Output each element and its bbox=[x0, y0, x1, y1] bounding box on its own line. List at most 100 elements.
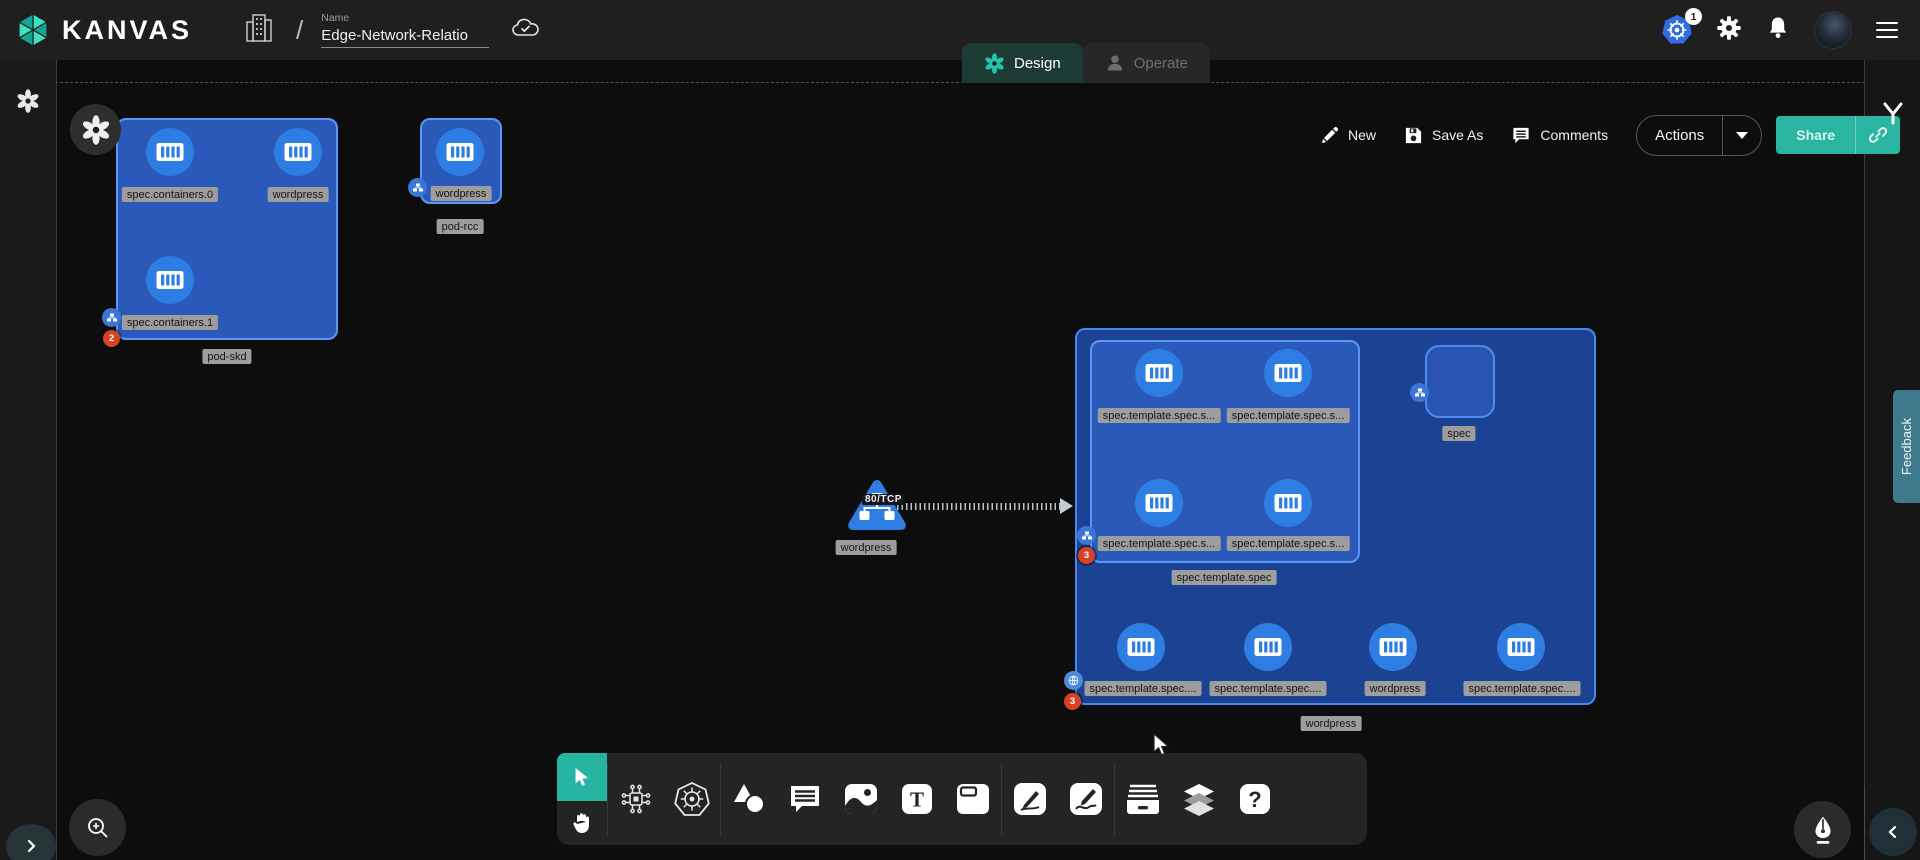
container-label: wordpress bbox=[1365, 681, 1426, 696]
context-count-badge: 1 bbox=[1685, 8, 1702, 25]
sticky-note-icon bbox=[955, 782, 991, 816]
shapes-tool[interactable] bbox=[721, 753, 777, 845]
y-panel-icon[interactable] bbox=[1880, 100, 1906, 131]
expand-left-panel-button[interactable] bbox=[6, 824, 56, 860]
settings-gear-icon[interactable] bbox=[1716, 15, 1742, 46]
pointer-tools bbox=[557, 753, 607, 845]
container-label: spec.template.spec.... bbox=[1464, 681, 1581, 696]
container-node[interactable] bbox=[1117, 623, 1165, 671]
spec-template-spec-group[interactable] bbox=[1090, 340, 1360, 563]
hierarchy-badge-icon[interactable] bbox=[408, 178, 427, 197]
issue-count-badge[interactable]: 3 bbox=[1064, 693, 1081, 710]
comments-button[interactable]: Comments bbox=[1511, 126, 1608, 145]
edge-port-label: 80/TCP bbox=[862, 494, 905, 505]
components-chip-tool[interactable] bbox=[608, 753, 664, 845]
sticky-note-tool[interactable] bbox=[945, 753, 1001, 845]
container-node[interactable] bbox=[1264, 349, 1312, 397]
comment-icon bbox=[788, 783, 822, 815]
shapes-icon bbox=[731, 782, 767, 816]
issue-count-badge[interactable]: 3 bbox=[1078, 547, 1095, 564]
container-node[interactable] bbox=[146, 128, 194, 176]
design-flower-icon bbox=[984, 53, 1005, 74]
layers-icon bbox=[1181, 782, 1217, 816]
pan-tool-button[interactable] bbox=[557, 801, 607, 845]
container-label: spec.template.spec.s... bbox=[1227, 408, 1350, 423]
library-tools: ? bbox=[1115, 753, 1283, 845]
hierarchy-badge-icon[interactable] bbox=[102, 308, 121, 327]
edge-arrowhead-icon bbox=[1060, 498, 1073, 514]
kubernetes-context-button[interactable]: 1 bbox=[1662, 15, 1692, 45]
hierarchy-badge-icon[interactable] bbox=[1410, 383, 1429, 402]
container-node[interactable] bbox=[146, 256, 194, 304]
chevron-left-icon bbox=[1886, 825, 1900, 839]
save-floppy-icon bbox=[1404, 126, 1423, 145]
logo-text: KANVAS bbox=[62, 15, 192, 46]
container-node[interactable] bbox=[1135, 479, 1183, 527]
issue-count-badge[interactable]: 2 bbox=[103, 330, 120, 347]
actions-dropdown-label[interactable]: Actions bbox=[1637, 116, 1722, 155]
tab-operate-label: Operate bbox=[1134, 55, 1188, 72]
service-edge[interactable] bbox=[897, 503, 1063, 510]
building-icon[interactable] bbox=[244, 12, 274, 49]
pen-icon bbox=[1012, 781, 1048, 817]
text-tool-glyph: T bbox=[910, 788, 924, 812]
container-node[interactable] bbox=[1497, 623, 1545, 671]
sync-spinner-icon[interactable] bbox=[16, 89, 40, 118]
pod-skd-label: pod-skd bbox=[202, 349, 251, 364]
actions-dropdown[interactable]: Actions bbox=[1636, 115, 1762, 156]
text-tool[interactable]: T bbox=[889, 753, 945, 845]
service-label: wordpress bbox=[836, 540, 897, 555]
freehand-pen-icon bbox=[1068, 781, 1104, 817]
deployment-badge-icon[interactable] bbox=[1064, 671, 1083, 690]
design-action-bar: New Save As Comments Actions Sh bbox=[1320, 112, 1900, 158]
share-button-label[interactable]: Share bbox=[1776, 116, 1855, 154]
user-avatar[interactable] bbox=[1814, 11, 1852, 49]
feedback-tab[interactable]: Feedback bbox=[1893, 390, 1920, 503]
collapse-right-panel-button[interactable] bbox=[1869, 808, 1917, 856]
kanvas-logo[interactable]: KANVAS bbox=[14, 11, 192, 49]
image-tool[interactable] bbox=[833, 753, 889, 845]
design-name-input[interactable] bbox=[321, 26, 489, 48]
notifications-bell-icon[interactable] bbox=[1766, 15, 1790, 46]
new-button[interactable]: New bbox=[1320, 126, 1376, 145]
freehand-draw-tool[interactable] bbox=[1058, 753, 1114, 845]
pencil-icon bbox=[1320, 126, 1339, 145]
top-header: KANVAS / Name bbox=[0, 0, 1920, 60]
container-node[interactable] bbox=[436, 128, 484, 176]
pen-nib-icon bbox=[1809, 815, 1837, 845]
hand-icon bbox=[570, 811, 594, 835]
tab-design[interactable]: Design bbox=[962, 43, 1083, 83]
canvas-toolbar: T bbox=[557, 753, 1367, 845]
save-as-button[interactable]: Save As bbox=[1404, 126, 1483, 145]
container-node[interactable] bbox=[1244, 623, 1292, 671]
select-tool-button[interactable] bbox=[557, 753, 607, 801]
spec-node-label: spec bbox=[1442, 426, 1475, 441]
spec-node[interactable] bbox=[1425, 345, 1495, 418]
help-glyph: ? bbox=[1248, 787, 1261, 812]
ink-pen-button[interactable] bbox=[1794, 801, 1851, 858]
design-config-fab[interactable] bbox=[70, 104, 121, 155]
container-node[interactable] bbox=[1135, 349, 1183, 397]
service-node[interactable] bbox=[845, 477, 909, 533]
magnifier-plus-icon bbox=[85, 815, 111, 841]
container-node[interactable] bbox=[274, 128, 322, 176]
design-name-field: Name bbox=[321, 12, 489, 48]
left-rail bbox=[0, 60, 57, 860]
corner-divider bbox=[1864, 789, 1865, 860]
hierarchy-badge-icon[interactable] bbox=[1077, 526, 1096, 545]
comment-tool[interactable] bbox=[777, 753, 833, 845]
drawer-archive-tool[interactable] bbox=[1115, 753, 1171, 845]
actions-dropdown-caret[interactable] bbox=[1722, 116, 1761, 155]
tab-operate[interactable]: Operate bbox=[1083, 43, 1210, 83]
container-node[interactable] bbox=[1369, 623, 1417, 671]
drawing-tools bbox=[1002, 753, 1114, 845]
kubernetes-tool[interactable] bbox=[664, 753, 720, 845]
hamburger-menu-icon[interactable] bbox=[1876, 22, 1898, 39]
text-icon: T bbox=[900, 782, 934, 816]
zoom-button[interactable] bbox=[69, 799, 126, 856]
pen-edit-tool[interactable] bbox=[1002, 753, 1058, 845]
container-node[interactable] bbox=[1264, 479, 1312, 527]
container-label: spec.containers.0 bbox=[122, 187, 218, 202]
help-tool[interactable]: ? bbox=[1227, 753, 1283, 845]
layers-tool[interactable] bbox=[1171, 753, 1227, 845]
